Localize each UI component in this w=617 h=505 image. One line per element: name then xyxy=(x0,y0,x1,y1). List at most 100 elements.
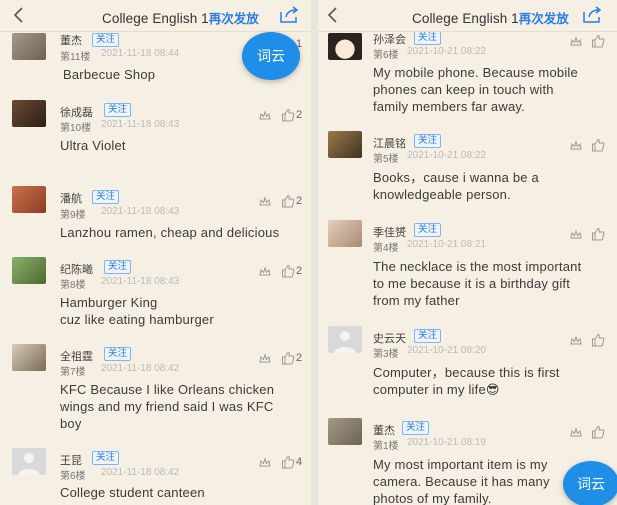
reward-icon[interactable] xyxy=(569,139,583,153)
follow-button[interactable]: 关注 xyxy=(414,134,442,148)
user-name[interactable]: 全祖霆 xyxy=(60,348,93,364)
chevron-left-icon[interactable] xyxy=(322,4,344,26)
follow-button[interactable]: 关注 xyxy=(414,329,442,343)
user-name[interactable]: 孙泽会 xyxy=(373,31,406,47)
avatar[interactable] xyxy=(12,33,46,60)
avatar[interactable] xyxy=(12,257,46,284)
follow-button[interactable]: 关注 xyxy=(414,223,442,237)
follow-button[interactable]: 关注 xyxy=(92,451,120,465)
post-content: My mobile phone. Because mobile phones c… xyxy=(373,64,603,115)
post-content: Lanzhou ramen, cheap and delicious xyxy=(60,224,301,241)
avatar[interactable] xyxy=(12,186,46,213)
thumbs-up-icon[interactable] xyxy=(281,455,295,469)
reward-icon[interactable] xyxy=(258,195,272,209)
like-count: 2 xyxy=(296,109,303,121)
user-name[interactable]: 史云天 xyxy=(373,330,406,346)
like-count: 2 xyxy=(296,352,303,364)
timestamp: 2021-10-21 08:21 xyxy=(407,239,486,250)
content-line: boy xyxy=(60,416,82,431)
follow-button[interactable]: 关注 xyxy=(92,190,120,204)
post-content: KFC Because I like Orleans chicken wings… xyxy=(60,381,301,432)
content-line: My mobile phone. Because mobile xyxy=(373,65,578,80)
thumbs-up-icon[interactable] xyxy=(281,264,295,278)
thumbs-up-icon[interactable] xyxy=(281,108,295,122)
header: College English 1再次发放 xyxy=(0,0,311,32)
content-line: Lanzhou ramen, cheap and delicious xyxy=(60,225,280,240)
floor-number: 第3楼 xyxy=(373,349,399,360)
content-line: computer in my life😎 xyxy=(373,382,500,397)
user-name[interactable]: 董杰 xyxy=(60,32,82,48)
follow-button[interactable]: 关注 xyxy=(414,31,442,45)
follow-button[interactable]: 关注 xyxy=(104,103,132,117)
floor-number: 第5楼 xyxy=(373,154,399,165)
post-content: Hamburger King cuz like eating hamburger xyxy=(60,294,301,328)
wordcloud-button[interactable]: 词云 xyxy=(563,461,617,505)
reward-icon[interactable] xyxy=(258,109,272,123)
wordcloud-button[interactable]: 词云 xyxy=(242,32,300,80)
avatar[interactable] xyxy=(328,326,362,353)
share-icon[interactable] xyxy=(581,5,603,25)
reward-icon[interactable] xyxy=(569,426,583,440)
reward-icon[interactable] xyxy=(258,265,272,279)
reward-icon[interactable] xyxy=(569,228,583,242)
repost-button[interactable]: 再次发放 xyxy=(519,12,569,26)
floor-number: 第6楼 xyxy=(60,471,86,482)
timestamp: 2021-11-18 08:44 xyxy=(101,48,180,59)
avatar[interactable] xyxy=(328,33,362,60)
thumbs-up-icon[interactable] xyxy=(281,194,295,208)
reward-icon[interactable] xyxy=(258,352,272,366)
content-line: phones can keep in touch with xyxy=(373,82,554,97)
thumbs-up-icon[interactable] xyxy=(591,138,605,152)
avatar[interactable] xyxy=(12,100,46,127)
content-line: KFC Because I like Orleans chicken xyxy=(60,382,275,397)
chevron-left-icon[interactable] xyxy=(8,4,30,26)
page-title: College English 1再次发放 xyxy=(412,8,569,27)
floor-number: 第10楼 xyxy=(60,123,92,134)
avatar[interactable] xyxy=(12,344,46,371)
user-name[interactable]: 董杰 xyxy=(373,422,395,438)
content-line: cuz like eating hamburger xyxy=(60,312,214,327)
content-line: Computer，because this is first xyxy=(373,365,560,380)
user-name[interactable]: 季佳赟 xyxy=(373,224,406,240)
content-line: knowledgeable person. xyxy=(373,187,511,202)
timestamp: 2021-10-21 08:20 xyxy=(407,345,486,356)
thumbs-up-icon[interactable] xyxy=(591,227,605,241)
thumbs-up-icon[interactable] xyxy=(591,425,605,439)
user-name[interactable]: 纪陈曦 xyxy=(60,261,93,277)
user-name[interactable]: 潘航 xyxy=(60,190,82,206)
user-name[interactable]: 江晨铭 xyxy=(373,135,406,151)
thumbs-up-icon[interactable] xyxy=(281,351,295,365)
repost-button[interactable]: 再次发放 xyxy=(209,12,259,26)
timestamp: 2021-10-21 08:19 xyxy=(407,437,486,448)
avatar[interactable] xyxy=(328,220,362,247)
timestamp: 2021-11-18 08:42 xyxy=(101,467,180,478)
avatar[interactable] xyxy=(328,131,362,158)
post-content: Books，cause i wanna be a knowledgeable p… xyxy=(373,169,603,203)
floor-number: 第1楼 xyxy=(373,441,399,452)
avatar[interactable] xyxy=(12,448,46,475)
follow-button[interactable]: 关注 xyxy=(104,260,132,274)
like-count: 2 xyxy=(296,265,303,277)
timestamp: 2021-11-18 08:43 xyxy=(101,206,180,217)
floor-number: 第11楼 xyxy=(60,52,91,63)
left-screen: College English 1再次发放 董杰 关注 第11楼 2021-11… xyxy=(0,0,311,505)
title-text: College English 1 xyxy=(102,11,209,26)
content-line: Hamburger King xyxy=(60,295,158,310)
follow-button[interactable]: 关注 xyxy=(104,347,132,361)
timestamp: 2021-10-21 08:22 xyxy=(407,150,486,161)
reward-icon[interactable] xyxy=(258,456,272,470)
reward-icon[interactable] xyxy=(569,334,583,348)
user-name[interactable]: 徐成磊 xyxy=(60,104,93,120)
reward-icon[interactable] xyxy=(569,35,583,49)
follow-button[interactable]: 关注 xyxy=(402,421,430,435)
post-content: The necklace is the most important to me… xyxy=(373,258,603,309)
avatar[interactable] xyxy=(328,418,362,445)
thumbs-up-icon[interactable] xyxy=(591,333,605,347)
follow-button[interactable]: 关注 xyxy=(92,33,120,47)
share-icon[interactable] xyxy=(278,5,300,25)
content-line: family members far away. xyxy=(373,99,525,114)
default-avatar-icon xyxy=(334,331,356,353)
user-name[interactable]: 王昆 xyxy=(60,452,82,468)
thumbs-up-icon[interactable] xyxy=(591,34,605,48)
timestamp: 2021-10-21 08:22 xyxy=(407,46,486,57)
